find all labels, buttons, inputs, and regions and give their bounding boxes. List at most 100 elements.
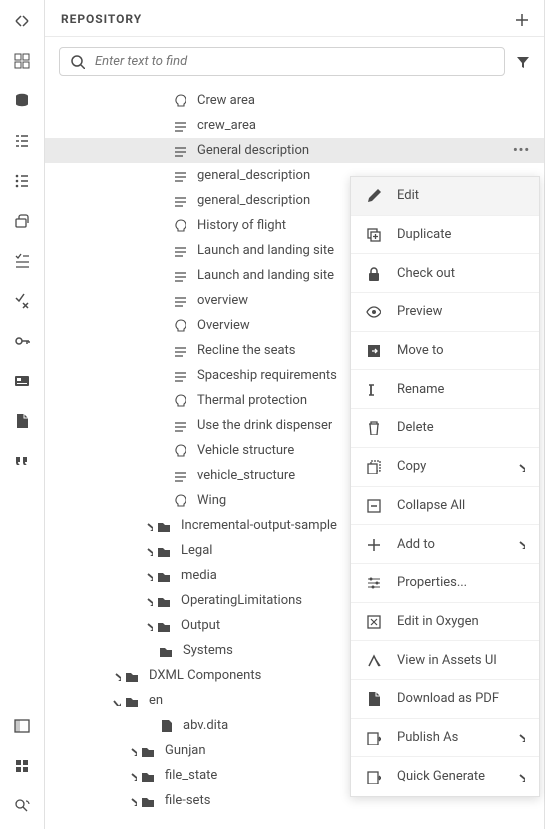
folder-icon xyxy=(139,794,155,807)
folder-icon xyxy=(155,569,171,582)
tree-label: Output xyxy=(181,618,220,633)
list-icon[interactable] xyxy=(13,172,31,190)
topic-icon xyxy=(171,294,187,307)
menu-item-collapse-all[interactable]: Collapse All xyxy=(351,487,539,526)
tree-label: crew_area xyxy=(197,118,256,133)
chevron-right-icon[interactable] xyxy=(141,571,155,581)
quote-icon[interactable] xyxy=(13,452,31,470)
tree-label: Overview xyxy=(197,318,250,333)
tree-label: Recline the seats xyxy=(197,343,296,358)
menu-label: Duplicate xyxy=(397,227,525,242)
oxygen-icon xyxy=(365,614,381,629)
tree-label: Vehicle structure xyxy=(197,443,294,458)
chevron-right-icon[interactable] xyxy=(141,546,155,556)
topic-icon xyxy=(171,169,187,182)
menu-label: Copy xyxy=(397,459,499,474)
chevron-down-icon[interactable] xyxy=(109,696,123,706)
topic-icon xyxy=(171,419,187,432)
expand-rail-icon[interactable] xyxy=(13,12,31,30)
menu-item-preview[interactable]: Preview xyxy=(351,293,539,332)
tree-label: General description xyxy=(197,143,309,158)
tree-label: DXML Components xyxy=(149,668,261,683)
menu-item-delete[interactable]: Delete xyxy=(351,409,539,448)
assets-icon xyxy=(365,653,381,668)
chevron-right-icon[interactable] xyxy=(125,796,139,806)
menu-item-duplicate[interactable]: Duplicate xyxy=(351,216,539,255)
chevron-right-icon[interactable] xyxy=(109,671,123,681)
validate-icon[interactable] xyxy=(13,292,31,310)
publish-icon xyxy=(365,730,381,745)
card-icon[interactable] xyxy=(13,372,31,390)
menu-item-edit-in-oxygen[interactable]: Edit in Oxygen xyxy=(351,603,539,642)
tree-row[interactable]: crew_area xyxy=(45,113,544,138)
menu-item-move-to[interactable]: Move to xyxy=(351,332,539,371)
tree-label: file-sets xyxy=(165,793,210,808)
menu-label: Properties... xyxy=(397,575,525,590)
grid-view-icon[interactable] xyxy=(13,52,31,70)
tree-label: Launch and landing site xyxy=(197,268,334,283)
filter-icon[interactable] xyxy=(515,54,530,69)
tree-label: Legal xyxy=(181,543,212,558)
file-icon xyxy=(157,719,173,732)
tree-row[interactable]: General description ••• xyxy=(45,138,544,163)
menu-item-copy[interactable]: Copy xyxy=(351,448,539,487)
menu-label: Move to xyxy=(397,343,525,358)
bulb-icon xyxy=(171,319,187,332)
chevron-right-icon xyxy=(515,732,525,742)
tree-label: en xyxy=(149,693,163,708)
menu-item-check-out[interactable]: Check out xyxy=(351,254,539,293)
topic-icon xyxy=(171,119,187,132)
chevron-right-icon xyxy=(515,772,525,782)
topic-icon xyxy=(171,194,187,207)
more-options-icon[interactable]: ••• xyxy=(509,143,534,158)
tree-label: Launch and landing site xyxy=(197,243,334,258)
add-button[interactable] xyxy=(514,12,528,26)
menu-item-publish-as[interactable]: Publish As xyxy=(351,719,539,758)
chevron-right-icon xyxy=(515,462,525,472)
folder-icon xyxy=(155,594,171,607)
bulb-icon xyxy=(171,94,187,107)
outline-icon[interactable] xyxy=(13,132,31,150)
chevron-right-icon[interactable] xyxy=(125,746,139,756)
document-icon[interactable] xyxy=(13,412,31,430)
bulb-icon xyxy=(171,394,187,407)
tree-label: Incremental-output-sample xyxy=(181,518,337,533)
eye-icon xyxy=(365,304,381,319)
find-replace-icon[interactable] xyxy=(13,797,31,815)
key-icon[interactable] xyxy=(13,332,31,350)
chevron-right-icon[interactable] xyxy=(141,596,155,606)
menu-label: View in Assets UI xyxy=(397,653,525,668)
chevron-right-icon[interactable] xyxy=(141,621,155,631)
menu-label: Download as PDF xyxy=(397,691,525,706)
search-box[interactable] xyxy=(59,47,505,76)
repository-icon[interactable] xyxy=(13,92,31,110)
menu-item-rename[interactable]: Rename xyxy=(351,370,539,409)
menu-item-properties-[interactable]: Properties... xyxy=(351,564,539,603)
menu-item-add-to[interactable]: Add to xyxy=(351,525,539,564)
tree-label: Crew area xyxy=(197,93,255,108)
apps-icon[interactable] xyxy=(13,757,31,775)
reuse-icon[interactable] xyxy=(13,212,31,230)
menu-label: Check out xyxy=(397,266,525,281)
menu-item-download-as-pdf[interactable]: Download as PDF xyxy=(351,680,539,719)
chevron-right-icon[interactable] xyxy=(141,521,155,531)
panel-icon[interactable] xyxy=(13,717,31,735)
topic-icon xyxy=(171,244,187,257)
search-icon xyxy=(70,54,85,69)
chevron-right-icon[interactable] xyxy=(125,771,139,781)
menu-item-view-in-assets-ui[interactable]: View in Assets UI xyxy=(351,641,539,680)
menu-item-edit[interactable]: Edit xyxy=(351,177,539,216)
topic-icon xyxy=(171,344,187,357)
list-check-icon[interactable] xyxy=(13,252,31,270)
duplicate-icon xyxy=(365,227,381,242)
chevron-right-icon xyxy=(515,539,525,549)
tree-label: OperatingLimitations xyxy=(181,593,302,608)
collapse-icon xyxy=(365,498,381,513)
tree-row[interactable]: Crew area xyxy=(45,88,544,113)
search-input[interactable] xyxy=(95,54,494,69)
tree-label: media xyxy=(181,568,217,583)
menu-label: Add to xyxy=(397,537,499,552)
bulb-icon xyxy=(171,444,187,457)
bulb-icon xyxy=(171,219,187,232)
menu-item-quick-generate[interactable]: Quick Generate xyxy=(351,757,539,796)
